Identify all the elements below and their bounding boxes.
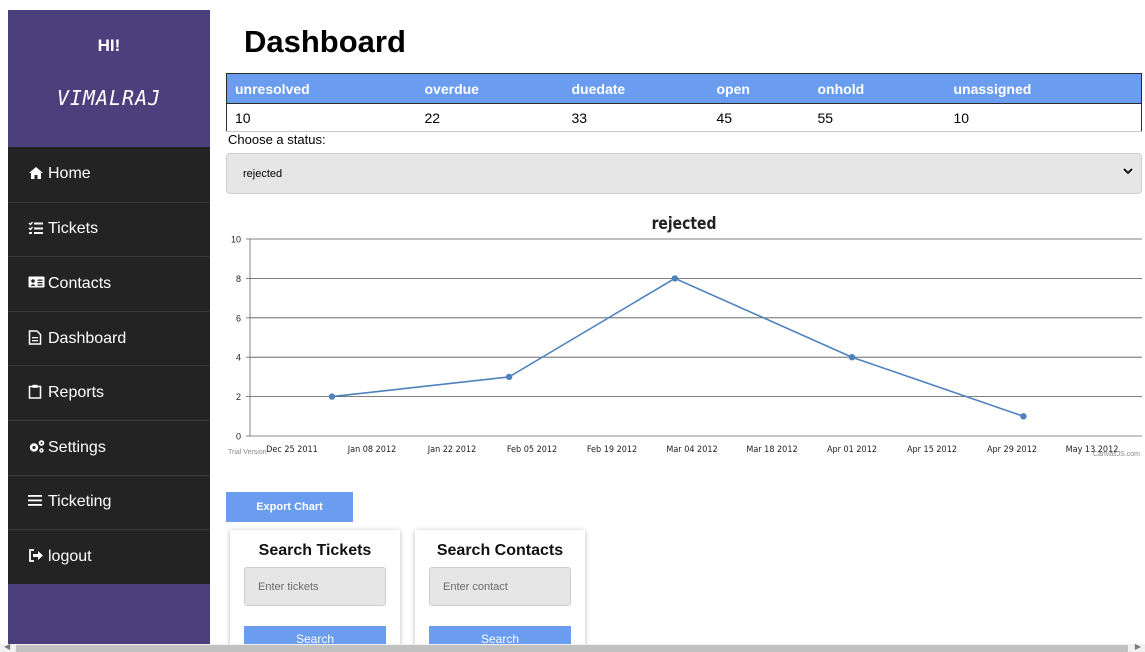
data-point [671,275,679,282]
file-icon [28,329,46,348]
sidebar-item-reports[interactable]: Reports [8,365,210,420]
search-contacts-card: Search Contacts Enter contact Search [415,530,585,652]
sign-out-icon [28,549,46,565]
table-header-overdue: overdue [416,73,564,104]
x-tick-label: Jan 22 2012 [427,445,476,456]
sidebar-item-label: Settings [48,438,106,456]
x-tick-label: Mar 18 2012 [746,445,797,456]
x-tick-label: Feb 05 2012 [507,445,557,456]
export-chart-button[interactable]: Export Chart [226,492,353,522]
x-tick-label: Apr 29 2012 [987,445,1037,456]
search-tickets-card: Search Tickets Enter tickets Search [230,530,400,652]
x-tick-label: Feb 19 2012 [587,445,637,456]
clipboard-icon [28,384,46,402]
scroll-left-arrow-icon[interactable]: ◀ [4,642,10,651]
search-contacts-title: Search Contacts [436,542,564,559]
horizontal-scrollbar[interactable]: ◀ ▶ [0,642,1145,652]
gears-icon [28,439,46,457]
table-cell: 10 [226,103,417,132]
list-check-icon [28,221,46,238]
data-point [848,354,856,361]
y-tick-label: 8 [236,274,241,284]
data-point [505,373,513,381]
chart-title: rejected [652,214,717,234]
sidebar-item-logout[interactable]: logout [8,529,210,584]
username: VIMALRAJ [56,86,162,110]
x-tick-label: Jan 08 2012 [347,445,396,456]
y-tick-label: 6 [236,313,241,323]
x-tick-label: Dec 25 2011 [266,445,318,456]
sidebar-item-home[interactable]: Home [8,147,210,202]
table-cell: 22 [416,103,564,132]
x-tick-label: Apr 01 2012 [827,445,877,456]
sidebar-item-label: Contacts [48,274,112,292]
id-card-icon [28,275,46,292]
status-label: Choose a status: [228,132,326,147]
y-tick-label: 0 [236,432,241,442]
chart-svg: rejected 0 2 4 6 8 10 Dec 25 2011 Jan 08 2012 Jan… [228,214,1142,458]
table-row: 10 22 33 45 55 10 [226,103,1142,132]
sidebar-item-label: Tickets [48,220,99,238]
status-select[interactable]: rejected [226,153,1142,194]
search-tickets-input[interactable]: Enter tickets [244,567,386,606]
sidebar-item-label: Dashboard [48,329,127,347]
table-cell: 55 [809,103,946,132]
sidebar: HI! VIMALRAJ Home Tickets Contacts Dashb… [8,10,210,652]
y-tick-label: 4 [236,353,241,363]
table-header-open: open [708,73,810,104]
greeting: HI! [97,36,121,55]
sidebar-item-label: Ticketing [48,493,112,511]
sidebar-item-dashboard[interactable]: Dashboard [8,310,210,366]
table-header-onhold: onhold [809,73,946,104]
search-tickets-title: Search Tickets [258,542,372,559]
scrollbar-thumb[interactable] [16,645,1128,652]
status-summary-table: unresolved overdue duedate open onhold u… [226,73,1142,132]
data-point [1020,413,1027,420]
table-cell: 10 [945,103,1142,132]
x-tick-label: Apr 15 2012 [907,445,957,456]
x-tick-label: Mar 04 2012 [666,445,717,456]
page-title: Dashboard [244,24,406,59]
watermark-right: CanvasJS.com [1093,451,1140,458]
table-header-unresolved: unresolved [226,73,417,104]
table-cell: 33 [563,103,709,132]
home-icon [28,166,46,183]
data-point [328,393,336,400]
y-tick-label: 10 [231,235,241,245]
sidebar-item-label: Reports [48,384,105,402]
sidebar-item-label: logout [48,547,92,565]
search-contacts-input[interactable]: Enter contact [429,567,571,606]
sidebar-item-settings[interactable]: Settings [8,419,210,475]
table-header-duedate: duedate [563,73,709,104]
sidebar-item-ticketing[interactable]: Ticketing [8,474,210,530]
chevron-down-icon [1123,166,1133,178]
status-select-value: rejected [243,167,283,180]
line-chart: rejected 0 2 4 6 8 10 Dec 25 2011 Jan 08 2012 Jan… [226,205,1142,470]
watermark-left: Trial Version [228,449,267,456]
scroll-right-arrow-icon[interactable]: ▶ [1135,642,1141,651]
table-header-unassigned: unassigned [945,73,1142,104]
bars-icon [28,494,46,510]
sidebar-item-label: Home [48,165,91,183]
y-tick-label: 2 [236,392,241,402]
table-cell: 45 [708,103,810,132]
sidebar-item-contacts[interactable]: Contacts [8,256,210,311]
sidebar-item-tickets[interactable]: Tickets [8,201,210,257]
sidebar-nav: Home Tickets Contacts Dashboard Reports [8,147,210,584]
series-line [331,277,1024,418]
